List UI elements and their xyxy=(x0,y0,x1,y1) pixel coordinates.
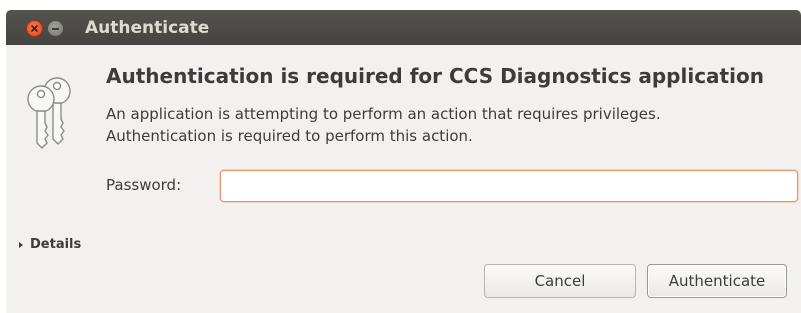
authenticate-dialog: Authenticate Authentication is required … xyxy=(6,10,801,313)
expander-arrow-icon xyxy=(19,242,23,248)
cancel-button[interactable]: Cancel xyxy=(484,264,636,298)
password-field[interactable] xyxy=(220,170,798,202)
close-icon xyxy=(31,25,38,32)
minimize-button[interactable] xyxy=(47,20,64,37)
dialog-message: An application is attempting to perform … xyxy=(106,105,661,145)
details-expander[interactable]: Details xyxy=(19,236,81,254)
dialog-heading: Authentication is required for CCS Diagn… xyxy=(106,64,764,88)
password-label: Password: xyxy=(106,176,182,194)
title-bar[interactable]: Authenticate xyxy=(6,10,801,45)
details-label: Details xyxy=(30,237,82,252)
keys-icon xyxy=(27,77,71,149)
window-title: Authenticate xyxy=(85,18,210,38)
minimize-icon xyxy=(52,28,59,30)
authenticate-button[interactable]: Authenticate xyxy=(647,264,787,298)
close-button[interactable] xyxy=(26,20,43,37)
